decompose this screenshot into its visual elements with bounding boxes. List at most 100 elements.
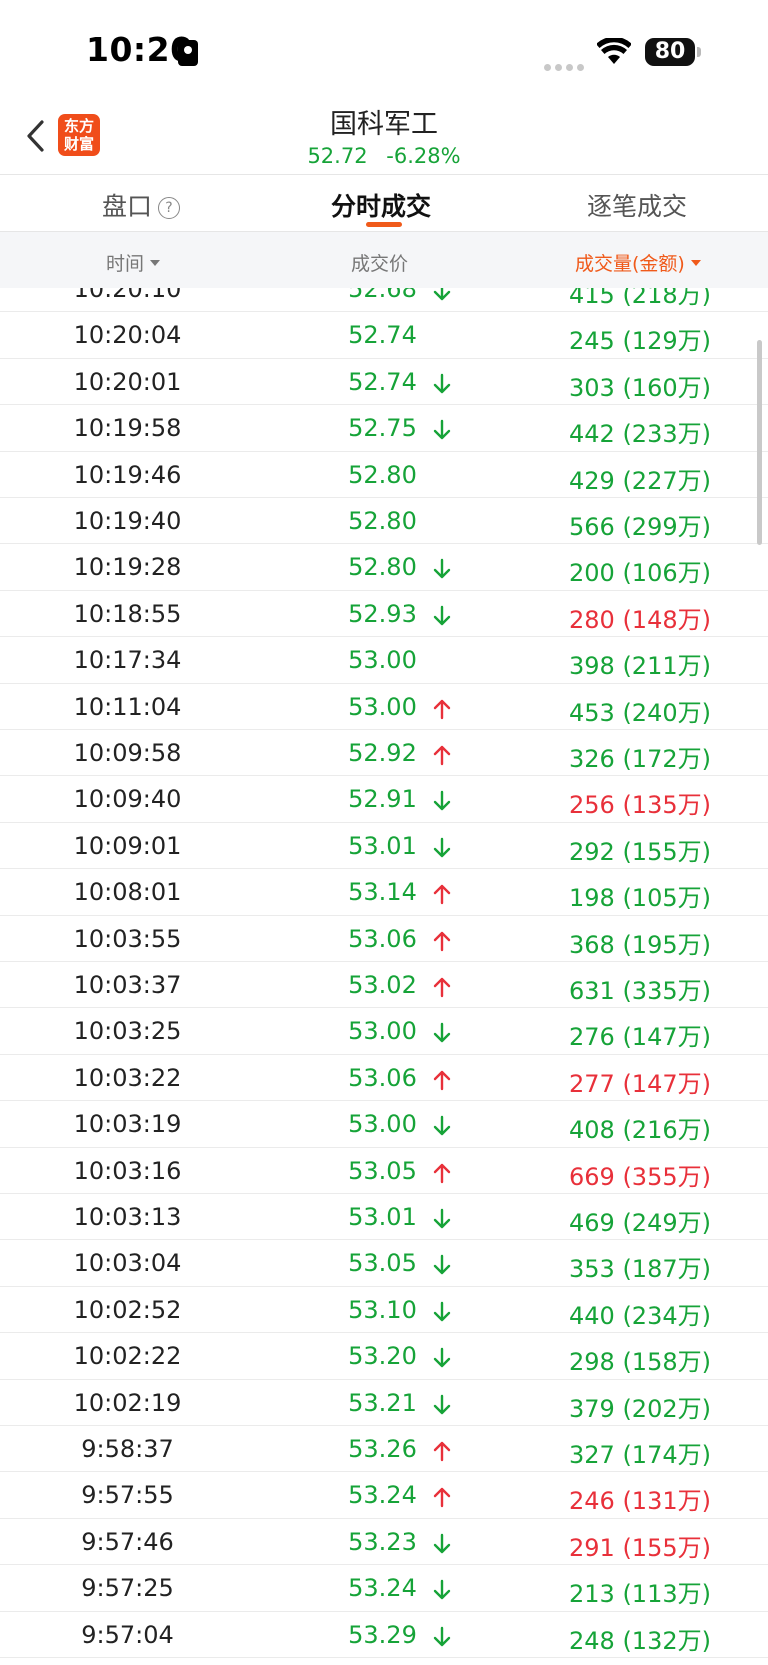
arrow-up-icon [433,1163,451,1183]
back-icon[interactable] [22,116,52,156]
arrow-down-icon [433,791,451,811]
column-header: 时间 成交价 成交量(金额) [0,232,768,288]
trade-price: 52.92 [348,739,417,767]
arrow-down-icon [433,1533,451,1553]
tab-tick-trades[interactable]: 逐笔成交 [587,187,687,223]
status-bar: 10:20 80 [0,0,768,100]
sort-time[interactable]: 时间 [106,249,161,276]
trade-time: 10:20:04 [73,321,182,350]
trade-volume: 327 (174万) [569,1441,711,1469]
app-logo[interactable]: 东方 财富 [58,114,100,156]
trade-price: 53.02 [348,971,417,999]
arrow-up-icon [433,1488,451,1508]
trade-row: 10:03:37 53.02 631 (335万) [0,962,768,1009]
arrow-down-icon [433,1023,451,1043]
trade-volume: 398 (211万) [569,652,711,681]
trade-volume: 298 (158万) [569,1348,711,1377]
trade-row: 10:20:04 52.74 245 (129万) [0,312,768,359]
trade-volume: 429 (227万) [569,466,711,495]
arrow-down-icon [433,1255,451,1275]
trade-time: 9:57:04 [81,1620,174,1649]
trade-volume: 291 (155万) [569,1533,711,1562]
trade-price: 53.05 [348,1156,417,1185]
trade-time: 10:09:40 [73,785,182,814]
trade-price: 53.10 [348,1295,417,1324]
trade-price: 53.06 [348,1063,417,1092]
trade-time: 10:19:46 [73,460,182,489]
trade-volume: 566 (299万) [569,513,711,541]
trade-price: 53.24 [348,1481,417,1510]
trade-price: 52.74 [348,367,417,396]
trade-time: 10:09:01 [73,831,182,860]
stock-name: 国科军工 [330,109,438,140]
trade-volume: 246 (131万) [569,1487,711,1516]
trade-volume: 415 (218万) [569,288,711,309]
caret-down-icon [690,260,701,266]
arrow-down-icon [433,1115,451,1136]
trade-time: 10:03:16 [73,1156,182,1185]
trade-row: 10:02:22 53.20 298 (158万) [0,1333,768,1380]
arrow-up-icon [433,699,451,719]
sort-volume[interactable]: 成交量(金额) [575,249,701,276]
trade-time: 10:03:19 [73,1110,182,1139]
trade-row: 10:18:55 52.93 280 (148万) [0,591,768,638]
signal-icon [544,56,588,75]
trade-price: 52.91 [348,785,417,814]
trade-volume: 277 (147万) [569,1069,711,1098]
trade-volume: 213 (113万) [569,1580,711,1609]
trade-list[interactable]: 10:20:10 52.68 415 (218万) 10:20:04 52.74 245 … [0,288,768,1665]
trade-price: 53.24 [348,1574,417,1603]
scrollbar[interactable] [757,340,762,545]
trade-volume: 453 (240万) [569,698,711,727]
trade-time: 10:17:34 [73,646,182,675]
trade-price: 53.00 [348,646,417,675]
trade-volume: 200 (106万) [569,559,711,588]
trade-time: 10:03:37 [73,971,182,999]
trade-time: 10:03:25 [73,1017,182,1046]
tab-minute-trades[interactable]: 分时成交 [331,187,431,223]
trade-row: 10:03:25 53.00 276 (147万) [0,1008,768,1055]
trade-volume: 280 (148万) [569,605,711,634]
trade-row: 10:20:01 52.74 303 (160万) [0,359,768,406]
trade-volume: 292 (155万) [569,837,711,866]
trade-row: 10:11:04 53.00 453 (240万) [0,684,768,730]
trade-price: 52.74 [348,321,417,350]
trade-row: 10:02:52 53.10 440 (234万) [0,1287,768,1334]
battery-tip [697,47,701,57]
trade-time: 10:19:28 [73,553,182,582]
trade-price: 53.00 [348,1017,417,1046]
trade-time: 10:03:22 [73,1063,182,1092]
trade-time: 10:08:01 [73,878,182,907]
trade-time: 10:03:55 [73,924,182,953]
arrow-down-icon [433,605,451,625]
trade-volume: 245 (129万) [569,327,711,356]
trade-price: 52.80 [348,460,417,489]
arrow-down-icon [433,1626,451,1646]
trade-time: 9:57:46 [81,1527,174,1556]
trade-volume: 248 (132万) [569,1626,711,1655]
trade-price: 52.68 [348,288,417,303]
trade-row: 10:03:13 53.01 469 (249万) [0,1194,768,1241]
arrow-down-icon [433,1579,451,1600]
trade-row: 10:09:58 52.92 326 (172万) [0,730,768,777]
help-icon[interactable]: ? [158,197,181,219]
trade-row: 10:08:01 53.14 198 (105万) [0,869,768,916]
arrow-up-icon [433,884,451,905]
trade-time: 10:02:19 [73,1388,182,1417]
trade-price: 53.00 [348,692,417,721]
trade-row: 10:19:40 52.80 566 (299万) [0,498,768,545]
trade-time: 9:57:25 [81,1574,174,1603]
trade-time: 9:58:37 [81,1435,174,1463]
trade-price: 52.75 [348,414,417,443]
tab-order-book[interactable]: 盘口? [102,187,181,223]
trade-row: 10:03:55 53.06 368 (195万) [0,916,768,962]
trade-price: 53.01 [348,1203,417,1231]
trade-time: 10:19:58 [73,414,182,443]
battery-icon: 80 [645,38,695,66]
trade-row: 9:57:25 53.24 213 (113万) [0,1565,768,1612]
trade-row: 10:03:22 53.06 277 (147万) [0,1055,768,1102]
trade-volume: 631 (335万) [569,977,711,1005]
trade-row: 10:19:58 52.75 442 (233万) [0,405,768,452]
trade-price: 53.20 [348,1342,417,1371]
arrow-down-icon [433,1208,451,1229]
